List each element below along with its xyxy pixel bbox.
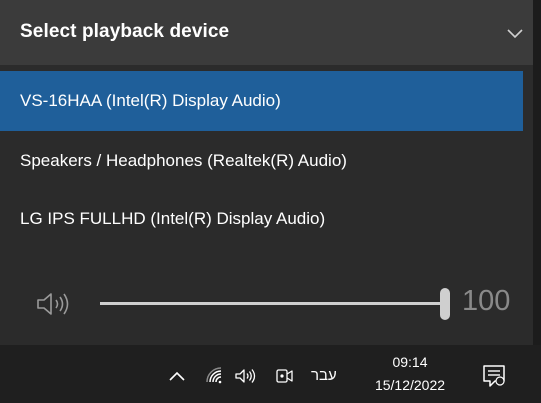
volume-slider[interactable] xyxy=(100,288,450,320)
flyout-edge xyxy=(533,0,541,345)
volume-value: 100 xyxy=(462,285,511,317)
device-selector-header[interactable]: Select playback device xyxy=(0,0,533,65)
clock-date: 15/12/2022 xyxy=(374,377,446,393)
volume-slider-fill xyxy=(100,302,445,305)
device-item-lg-ips-fullhd[interactable]: LG IPS FULLHD (Intel(R) Display Audio) xyxy=(0,189,523,249)
taskbar-clock[interactable]: 09:14 15/12/2022 xyxy=(358,351,462,397)
input-language-indicator[interactable]: עבר xyxy=(311,367,337,384)
chevron-down-icon[interactable] xyxy=(504,22,526,44)
notification-icon[interactable] xyxy=(480,362,508,390)
meet-now-icon[interactable] xyxy=(274,365,296,387)
header-title: Select playback device xyxy=(20,21,230,42)
playback-device-flyout: Select playback device VS-16HAA (Intel(R… xyxy=(0,0,533,345)
clock-time: 09:14 xyxy=(392,354,428,370)
device-item-speakers-headphones[interactable]: Speakers / Headphones (Realtek(R) Audio) xyxy=(0,131,523,191)
wifi-icon[interactable] xyxy=(204,365,226,387)
speaker-icon[interactable] xyxy=(34,288,74,320)
chevron-up-icon[interactable] xyxy=(166,365,188,387)
speaker-icon[interactable] xyxy=(234,365,256,387)
volume-slider-thumb[interactable] xyxy=(440,288,450,320)
device-item-vs16haa[interactable]: VS-16HAA (Intel(R) Display Audio) xyxy=(0,71,523,131)
